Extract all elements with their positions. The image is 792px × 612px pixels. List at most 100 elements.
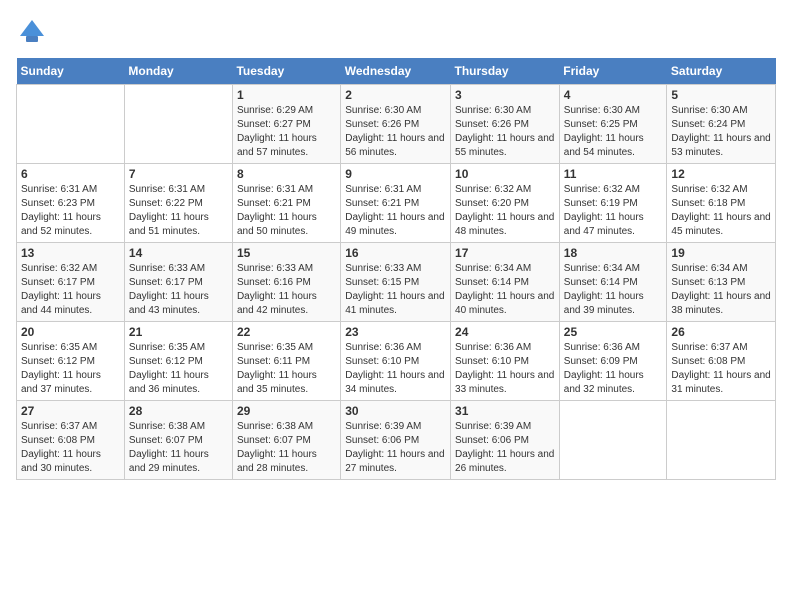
day-number: 22 [237,325,336,339]
header-saturday: Saturday [667,58,776,85]
calendar-cell: 13Sunrise: 6:32 AM Sunset: 6:17 PM Dayli… [17,243,125,322]
day-number: 29 [237,404,336,418]
day-info: Sunrise: 6:34 AM Sunset: 6:14 PM Dayligh… [455,262,555,318]
calendar-cell: 12 Sunrise: 6:32 AM Sunset: 6:18 PM Dayli… [667,164,776,243]
day-info: Sunrise: 6:35 AM Sunset: 6:11 PM Dayligh… [237,341,336,397]
calendar-cell: 11 Sunrise: 6:32 AM Sunset: 6:19 PM Dayli… [559,164,667,243]
day-info: Sunrise: 6:32 AM Sunset: 6:17 PM Dayligh… [21,262,120,318]
calendar-cell: 14Sunrise: 6:33 AM Sunset: 6:17 PM Dayli… [124,243,232,322]
day-number: 16 [345,246,446,260]
day-number: 21 [129,325,228,339]
day-info: Sunrise: 6:30 AM Sunset: 6:25 PM Dayligh… [564,104,663,160]
calendar-cell: 7Sunrise: 6:31 AM Sunset: 6:22 PM Daylig… [124,164,232,243]
week-row-3: 13Sunrise: 6:32 AM Sunset: 6:17 PM Dayli… [17,243,776,322]
day-info: Sunrise: 6:36 AM Sunset: 6:10 PM Dayligh… [345,341,446,397]
day-info: Sunrise: 6:38 AM Sunset: 6:07 PM Dayligh… [237,420,336,476]
calendar-cell: 29 Sunrise: 6:38 AM Sunset: 6:07 PM Dayli… [232,401,340,480]
calendar-cell: 5Sunrise: 6:30 AM Sunset: 6:24 PM Daylig… [667,85,776,164]
day-number: 18 [564,246,663,260]
calendar-table: SundayMondayTuesdayWednesdayThursdayFrid… [16,58,776,480]
day-number: 31 [455,404,555,418]
calendar-cell [124,85,232,164]
day-info: Sunrise: 6:31 AM Sunset: 6:23 PM Dayligh… [21,183,120,239]
day-number: 6 [21,167,120,181]
week-row-4: 20 Sunrise: 6:35 AM Sunset: 6:12 PM Dayli… [17,322,776,401]
calendar-cell: 16 Sunrise: 6:33 AM Sunset: 6:15 PM Dayli… [341,243,451,322]
day-number: 19 [671,246,771,260]
day-number: 15 [237,246,336,260]
day-number: 2 [345,88,446,102]
calendar-cell: 10Sunrise: 6:32 AM Sunset: 6:20 PM Dayli… [451,164,560,243]
day-info: Sunrise: 6:39 AM Sunset: 6:06 PM Dayligh… [455,420,555,476]
day-number: 5 [671,88,771,102]
calendar-cell: 31 Sunrise: 6:39 AM Sunset: 6:06 PM Dayli… [451,401,560,480]
calendar-cell: 19 Sunrise: 6:34 AM Sunset: 6:13 PM Dayli… [667,243,776,322]
day-number: 11 [564,167,663,181]
week-row-2: 6 Sunrise: 6:31 AM Sunset: 6:23 PM Daylig… [17,164,776,243]
calendar-cell: 21 Sunrise: 6:35 AM Sunset: 6:12 PM Dayli… [124,322,232,401]
calendar-cell: 6 Sunrise: 6:31 AM Sunset: 6:23 PM Daylig… [17,164,125,243]
header-monday: Monday [124,58,232,85]
day-number: 26 [671,325,771,339]
calendar-cell: 2 Sunrise: 6:30 AM Sunset: 6:26 PM Daylig… [341,85,451,164]
calendar-cell: 3 Sunrise: 6:30 AM Sunset: 6:26 PM Daylig… [451,85,560,164]
day-number: 1 [237,88,336,102]
day-number: 12 [671,167,771,181]
day-info: Sunrise: 6:30 AM Sunset: 6:26 PM Dayligh… [345,104,446,160]
day-info: Sunrise: 6:30 AM Sunset: 6:26 PM Dayligh… [455,104,555,160]
day-number: 25 [564,325,663,339]
header-friday: Friday [559,58,667,85]
calendar-cell: 17 Sunrise: 6:34 AM Sunset: 6:14 PM Dayli… [451,243,560,322]
header-sunday: Sunday [17,58,125,85]
day-info: Sunrise: 6:31 AM Sunset: 6:21 PM Dayligh… [345,183,446,239]
logo [16,16,52,48]
calendar-cell [17,85,125,164]
day-number: 14 [129,246,228,260]
calendar-cell: 18Sunrise: 6:34 AM Sunset: 6:14 PM Dayli… [559,243,667,322]
calendar-cell: 20 Sunrise: 6:35 AM Sunset: 6:12 PM Dayli… [17,322,125,401]
day-number: 24 [455,325,555,339]
day-info: Sunrise: 6:32 AM Sunset: 6:18 PM Dayligh… [671,183,771,239]
day-number: 4 [564,88,663,102]
calendar-cell: 25 Sunrise: 6:36 AM Sunset: 6:09 PM Dayli… [559,322,667,401]
calendar-cell: 15Sunrise: 6:33 AM Sunset: 6:16 PM Dayli… [232,243,340,322]
day-info: Sunrise: 6:36 AM Sunset: 6:10 PM Dayligh… [455,341,555,397]
calendar-cell [667,401,776,480]
week-row-5: 27 Sunrise: 6:37 AM Sunset: 6:08 PM Dayli… [17,401,776,480]
day-number: 7 [129,167,228,181]
day-number: 3 [455,88,555,102]
day-info: Sunrise: 6:37 AM Sunset: 6:08 PM Dayligh… [671,341,771,397]
header-tuesday: Tuesday [232,58,340,85]
calendar-cell: 4 Sunrise: 6:30 AM Sunset: 6:25 PM Daylig… [559,85,667,164]
day-info: Sunrise: 6:32 AM Sunset: 6:19 PM Dayligh… [564,183,663,239]
header-thursday: Thursday [451,58,560,85]
page-header [16,16,776,48]
calendar-cell: 22 Sunrise: 6:35 AM Sunset: 6:11 PM Dayli… [232,322,340,401]
day-info: Sunrise: 6:33 AM Sunset: 6:15 PM Dayligh… [345,262,446,318]
day-number: 17 [455,246,555,260]
day-info: Sunrise: 6:31 AM Sunset: 6:21 PM Dayligh… [237,183,336,239]
calendar-cell [559,401,667,480]
calendar-cell: 26 Sunrise: 6:37 AM Sunset: 6:08 PM Dayli… [667,322,776,401]
day-info: Sunrise: 6:35 AM Sunset: 6:12 PM Dayligh… [21,341,120,397]
day-info: Sunrise: 6:34 AM Sunset: 6:13 PM Dayligh… [671,262,771,318]
calendar-cell: 23 Sunrise: 6:36 AM Sunset: 6:10 PM Dayli… [341,322,451,401]
day-info: Sunrise: 6:29 AM Sunset: 6:27 PM Dayligh… [237,104,336,160]
week-row-1: 1 Sunrise: 6:29 AM Sunset: 6:27 PM Daylig… [17,85,776,164]
day-number: 9 [345,167,446,181]
calendar-cell: 9 Sunrise: 6:31 AM Sunset: 6:21 PM Daylig… [341,164,451,243]
calendar-cell: 8 Sunrise: 6:31 AM Sunset: 6:21 PM Daylig… [232,164,340,243]
day-number: 23 [345,325,446,339]
day-info: Sunrise: 6:36 AM Sunset: 6:09 PM Dayligh… [564,341,663,397]
calendar-cell: 24 Sunrise: 6:36 AM Sunset: 6:10 PM Dayli… [451,322,560,401]
calendar-header-row: SundayMondayTuesdayWednesdayThursdayFrid… [17,58,776,85]
day-number: 28 [129,404,228,418]
day-number: 8 [237,167,336,181]
day-number: 27 [21,404,120,418]
day-info: Sunrise: 6:35 AM Sunset: 6:12 PM Dayligh… [129,341,228,397]
day-number: 20 [21,325,120,339]
day-number: 30 [345,404,446,418]
calendar-cell: 28Sunrise: 6:38 AM Sunset: 6:07 PM Dayli… [124,401,232,480]
day-info: Sunrise: 6:39 AM Sunset: 6:06 PM Dayligh… [345,420,446,476]
day-info: Sunrise: 6:37 AM Sunset: 6:08 PM Dayligh… [21,420,120,476]
